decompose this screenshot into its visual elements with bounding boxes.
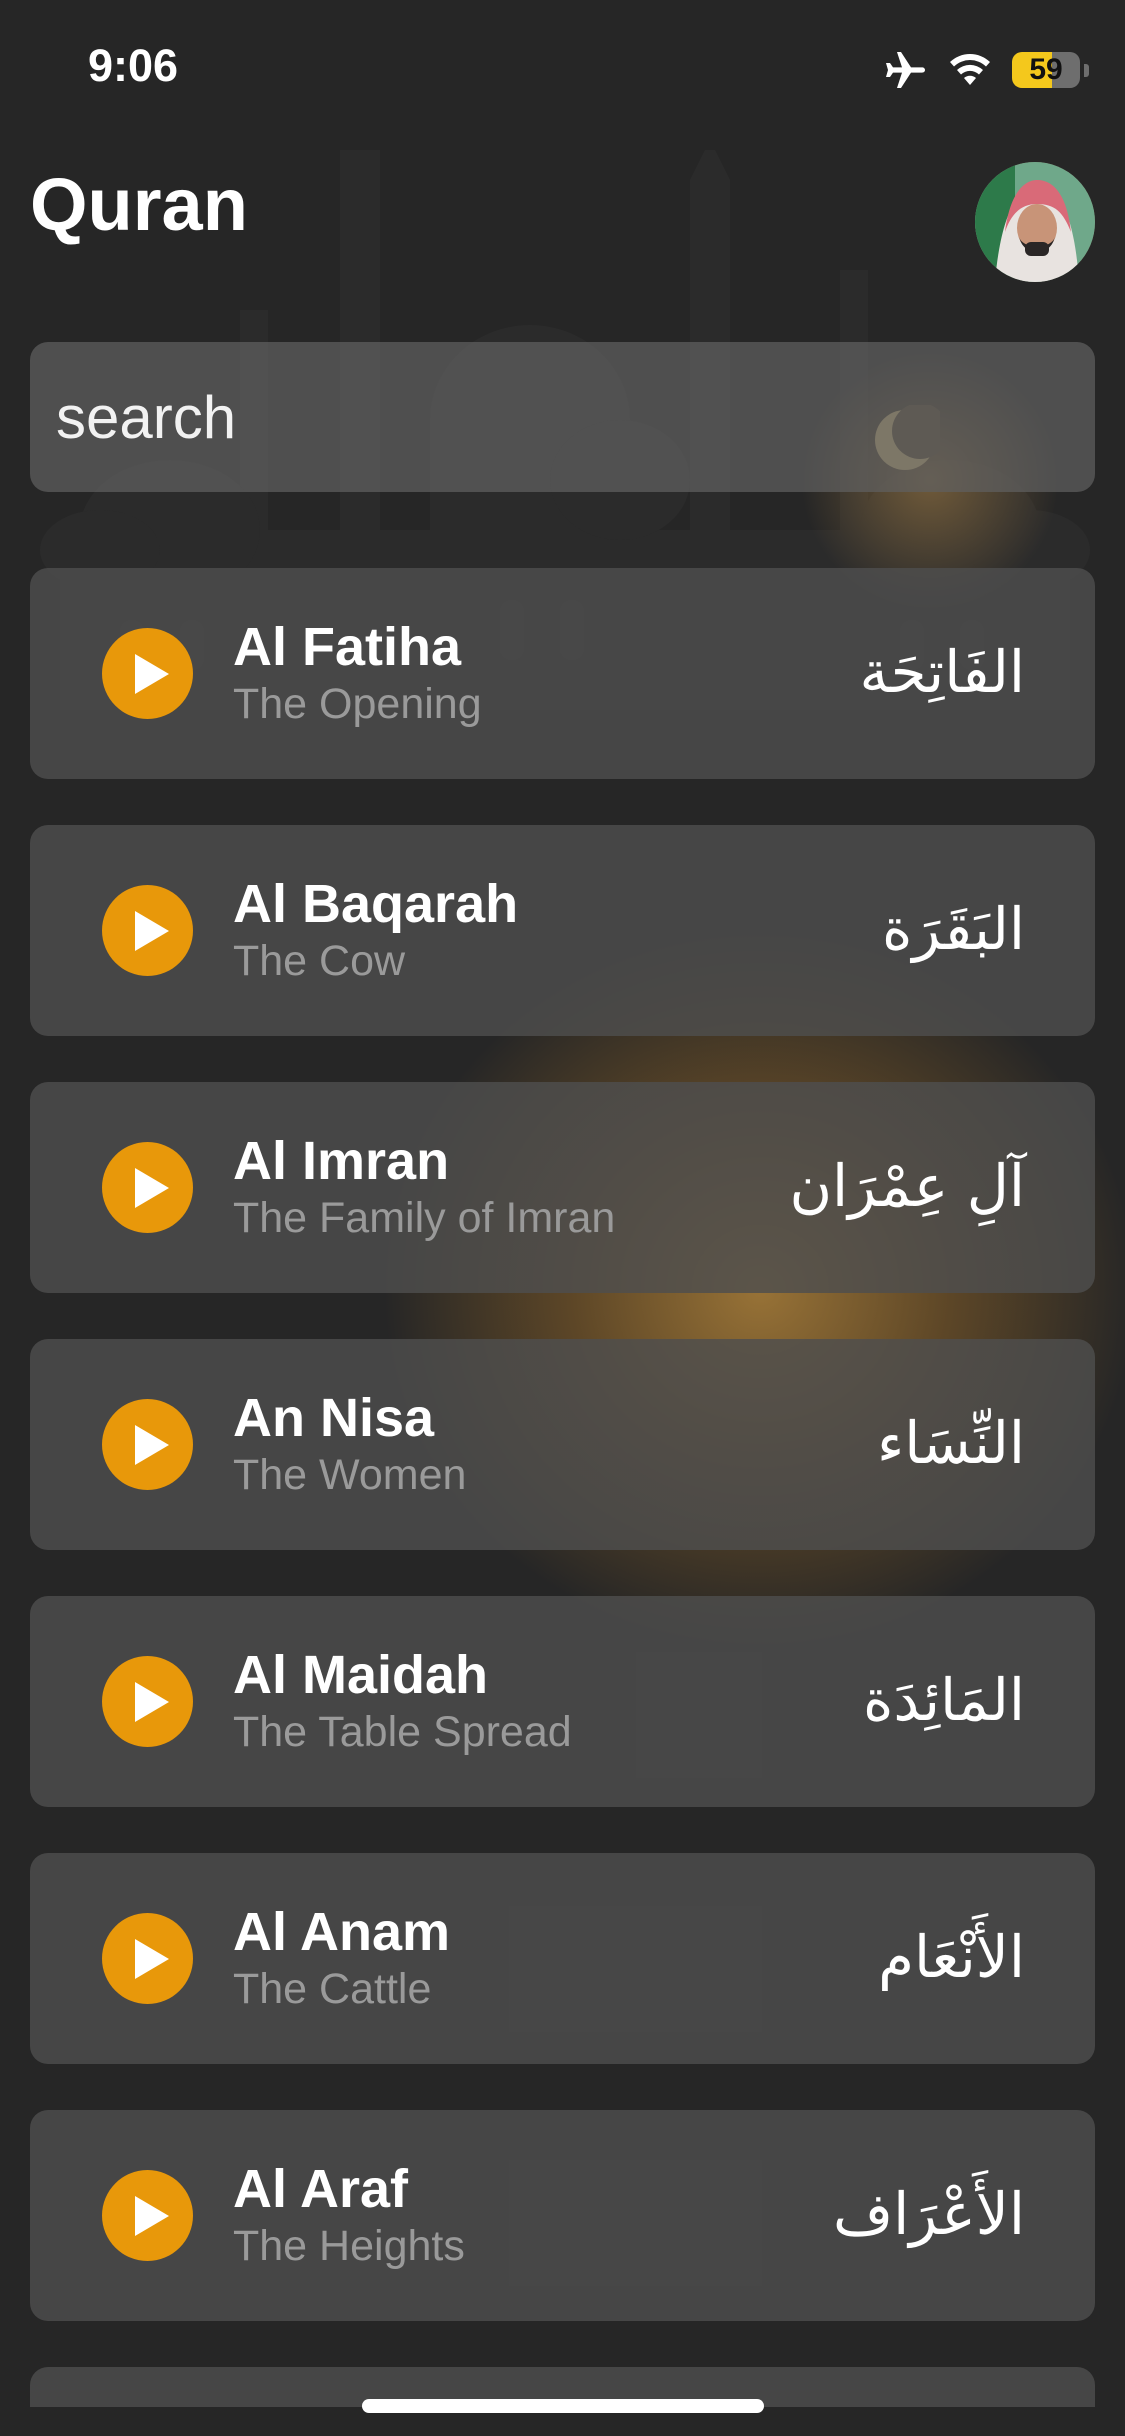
- surah-meaning: The Table Spread: [233, 1708, 572, 1756]
- play-icon: [134, 910, 169, 951]
- avatar[interactable]: [975, 162, 1095, 282]
- page-title: Quran: [30, 163, 248, 246]
- surah-meaning: The Cattle: [233, 1965, 432, 2013]
- status-bar: 9:06 59: [0, 0, 1125, 140]
- surah-meaning: The Opening: [233, 680, 482, 728]
- surah-card-al-baqarah[interactable]: Al Baqarah The Cow البَقَرَة: [30, 825, 1095, 1036]
- surah-list: Al Fatiha The Opening الفَاتِحَة Al Baqa…: [30, 568, 1095, 2407]
- surah-name: Al Fatiha: [233, 617, 462, 677]
- surah-card-al-imran[interactable]: Al Imran The Family of Imran آلِ عِمْرَا…: [30, 1082, 1095, 1293]
- status-icons: 59: [884, 48, 1089, 92]
- play-icon: [134, 653, 169, 694]
- play-button[interactable]: [102, 1913, 193, 2004]
- surah-arabic-name: البَقَرَة: [881, 895, 1025, 963]
- surah-card-al-anam[interactable]: Al Anam The Cattle الأَنْعَام: [30, 1853, 1095, 2064]
- status-time: 9:06: [88, 40, 179, 91]
- play-button[interactable]: [102, 1399, 193, 1490]
- surah-meaning: The Heights: [233, 2222, 465, 2270]
- surah-card-al-araf[interactable]: Al Araf The Heights الأَعْرَاف: [30, 2110, 1095, 2321]
- play-button[interactable]: [102, 628, 193, 719]
- surah-name: Al Maidah: [233, 1645, 489, 1705]
- surah-meaning: The Women: [233, 1451, 467, 1499]
- search-input[interactable]: [56, 382, 1036, 452]
- play-button[interactable]: [102, 885, 193, 976]
- battery-level: 59: [1029, 53, 1063, 86]
- surah-name: Al Araf: [233, 2159, 409, 2219]
- surah-arabic-name: النِّسَاء: [877, 1409, 1025, 1477]
- surah-meaning: The Cow: [233, 937, 406, 985]
- surah-name: Al Imran: [233, 1131, 450, 1191]
- surah-arabic-name: الأَعْرَاف: [832, 2180, 1025, 2248]
- play-icon: [134, 1938, 169, 1979]
- surah-name: Al Baqarah: [233, 874, 519, 934]
- search-bar[interactable]: [30, 342, 1095, 492]
- surah-name: Al Anam: [233, 1902, 451, 1962]
- home-indicator[interactable]: [362, 2399, 764, 2413]
- wifi-icon: [950, 54, 990, 85]
- surah-card-al-maidah[interactable]: Al Maidah The Table Spread المَائِدَة: [30, 1596, 1095, 1807]
- avatar-image: [975, 162, 1095, 282]
- surah-arabic-name: المَائِدَة: [863, 1666, 1025, 1734]
- play-icon: [134, 1167, 169, 1208]
- play-button[interactable]: [102, 2170, 193, 2261]
- surah-card-an-nisa[interactable]: An Nisa The Women النِّسَاء: [30, 1339, 1095, 1550]
- surah-arabic-name: آلِ عِمْرَان: [789, 1152, 1025, 1220]
- surah-card-al-fatiha[interactable]: Al Fatiha The Opening الفَاتِحَة: [30, 568, 1095, 779]
- screen: 9:06 59 Quran search Al Fatiha The Openi…: [0, 0, 1125, 2436]
- play-icon: [134, 1681, 169, 1722]
- surah-name: An Nisa: [233, 1388, 435, 1448]
- surah-arabic-name: الفَاتِحَة: [859, 638, 1025, 706]
- surah-meaning: The Family of Imran: [233, 1194, 616, 1242]
- battery-icon: 59: [1012, 52, 1080, 88]
- play-icon: [134, 2195, 169, 2236]
- play-button[interactable]: [102, 1656, 193, 1747]
- play-icon: [134, 1424, 169, 1465]
- surah-arabic-name: الأَنْعَام: [878, 1923, 1025, 1991]
- battery-nub: [1084, 63, 1089, 77]
- airplane-icon: [886, 52, 925, 88]
- play-button[interactable]: [102, 1142, 193, 1233]
